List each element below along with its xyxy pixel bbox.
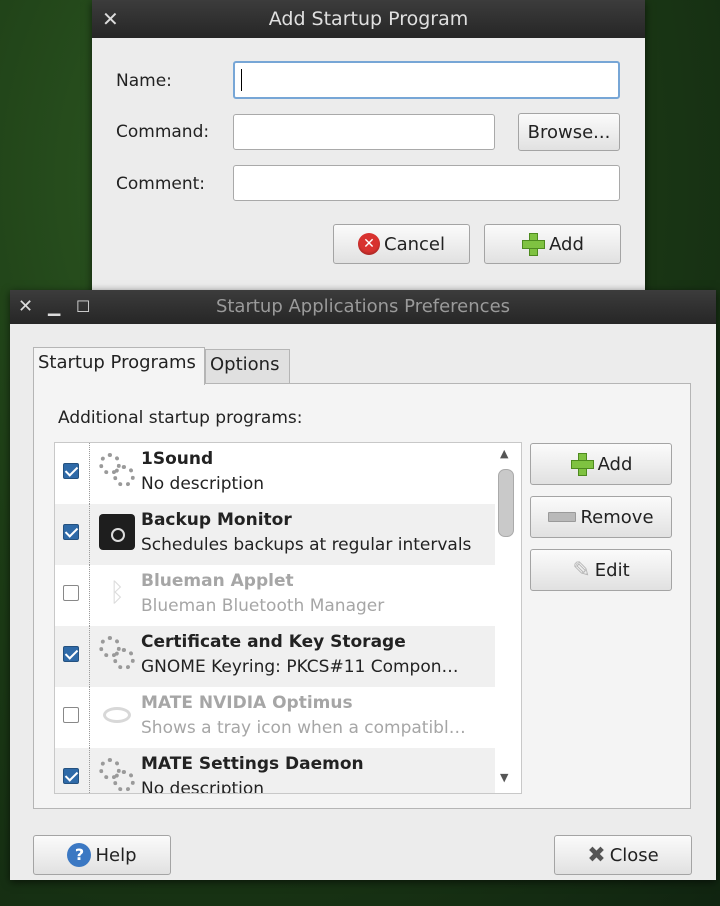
enabled-checkbox[interactable] — [63, 646, 79, 662]
name-input[interactable] — [233, 61, 620, 99]
comment-input[interactable] — [233, 165, 620, 201]
command-label: Command: — [116, 122, 210, 142]
add-label: Add — [597, 453, 633, 475]
help-icon: ? — [67, 843, 92, 867]
minus-icon — [548, 512, 577, 522]
program-description: Schedules backups at regular intervals — [141, 535, 472, 555]
column-divider — [89, 748, 90, 793]
command-input[interactable] — [233, 114, 495, 150]
backup-disk-icon — [99, 514, 135, 550]
program-description: Shows a tray icon when a compatibl… — [141, 718, 466, 738]
maximize-icon[interactable]: ☐ — [76, 290, 90, 324]
dialog-add-label: Add — [549, 233, 584, 255]
add-startup-dialog: ✕ Add Startup Program Name: Command: Bro… — [92, 0, 645, 300]
nvidia-icon — [99, 697, 135, 733]
add-button[interactable]: Add — [530, 443, 672, 485]
dialog-title: Add Startup Program — [268, 8, 469, 30]
list-item[interactable]: MATE Settings Daemon No description — [55, 748, 495, 794]
program-name: Backup Monitor — [141, 510, 292, 530]
text-caret — [241, 69, 242, 91]
program-name: Blueman Applet — [141, 571, 294, 591]
window-title: Startup Applications Preferences — [215, 296, 511, 317]
bluetooth-icon: ᛒ — [109, 578, 125, 608]
program-name: MATE NVIDIA Optimus — [141, 693, 353, 713]
scrollbar-thumb[interactable] — [498, 469, 514, 537]
edit-label: Edit — [594, 559, 630, 581]
gears-icon — [99, 758, 135, 793]
column-divider — [89, 504, 90, 565]
help-label: Help — [95, 844, 137, 866]
program-name: 1Sound — [141, 449, 214, 469]
browse-label: Browse... — [527, 121, 611, 143]
tab-startup-programs[interactable]: Startup Programs — [33, 347, 205, 385]
cancel-label: Cancel — [384, 233, 445, 255]
close-button[interactable]: ✖ Close — [554, 835, 692, 875]
column-divider — [89, 626, 90, 687]
minimize-icon[interactable]: ▁ — [48, 290, 60, 324]
scroll-down-arrow-icon[interactable]: ▼ — [500, 771, 508, 784]
enabled-checkbox[interactable] — [63, 768, 79, 784]
startup-programs-panel: Additional startup programs: 1Sound No d… — [33, 383, 691, 809]
list-item[interactable]: Backup Monitor Schedules backups at regu… — [55, 504, 495, 565]
gears-icon — [99, 453, 135, 489]
dialog-titlebar: ✕ Add Startup Program — [92, 0, 645, 38]
column-divider — [89, 687, 90, 748]
remove-label: Remove — [580, 506, 654, 528]
close-label: Close — [609, 844, 659, 866]
program-description: GNOME Keyring: PKCS#11 Compon… — [141, 657, 459, 677]
enabled-checkbox[interactable] — [63, 463, 79, 479]
program-name: MATE Settings Daemon — [141, 754, 364, 774]
edit-button[interactable]: ✎ Edit — [530, 549, 672, 591]
dialog-add-button[interactable]: Add — [484, 224, 621, 264]
cancel-icon: ✕ — [358, 233, 380, 255]
scroll-up-arrow-icon[interactable]: ▲ — [500, 447, 508, 460]
plus-icon — [521, 232, 546, 256]
column-divider — [89, 443, 90, 504]
enabled-checkbox[interactable] — [63, 524, 79, 540]
section-label: Additional startup programs: — [58, 408, 303, 428]
close-x-icon: ✖ — [587, 842, 606, 868]
remove-button[interactable]: Remove — [530, 496, 672, 538]
tab-options[interactable]: Options — [205, 349, 290, 384]
list-item[interactable]: Certificate and Key Storage GNOME Keyrin… — [55, 626, 495, 687]
name-label: Name: — [116, 71, 172, 91]
browse-button[interactable]: Browse... — [518, 113, 620, 151]
enabled-checkbox[interactable] — [63, 707, 79, 723]
tab-startup-programs-label: Startup Programs — [38, 352, 196, 373]
comment-label: Comment: — [116, 174, 206, 194]
column-divider — [89, 565, 90, 626]
plus-icon — [570, 452, 594, 476]
list-item[interactable]: ᛒ Blueman Applet Blueman Bluetooth Manag… — [55, 565, 495, 626]
program-description: No description — [141, 474, 265, 494]
close-icon[interactable]: ✕ — [18, 290, 33, 324]
startup-preferences-window: ✕ ▁ ☐ Startup Applications Preferences S… — [10, 290, 716, 880]
gears-icon — [99, 636, 135, 672]
program-name: Certificate and Key Storage — [141, 632, 406, 652]
enabled-checkbox[interactable] — [63, 585, 79, 601]
window-titlebar: ✕ ▁ ☐ Startup Applications Preferences — [10, 290, 716, 324]
program-description: Blueman Bluetooth Manager — [141, 596, 385, 616]
help-button[interactable]: ? Help — [33, 835, 171, 875]
program-description: No description — [141, 779, 265, 794]
tab-options-label: Options — [210, 354, 280, 375]
pencil-icon: ✎ — [572, 557, 591, 583]
list-item[interactable]: 1Sound No description — [55, 443, 495, 504]
cancel-button[interactable]: ✕ Cancel — [333, 224, 470, 264]
close-icon[interactable]: ✕ — [102, 0, 119, 38]
program-list[interactable]: 1Sound No description Backup Monitor Sch… — [54, 442, 522, 794]
list-scrollbar[interactable]: ▲ ▼ — [495, 443, 517, 793]
list-item[interactable]: MATE NVIDIA Optimus Shows a tray icon wh… — [55, 687, 495, 748]
